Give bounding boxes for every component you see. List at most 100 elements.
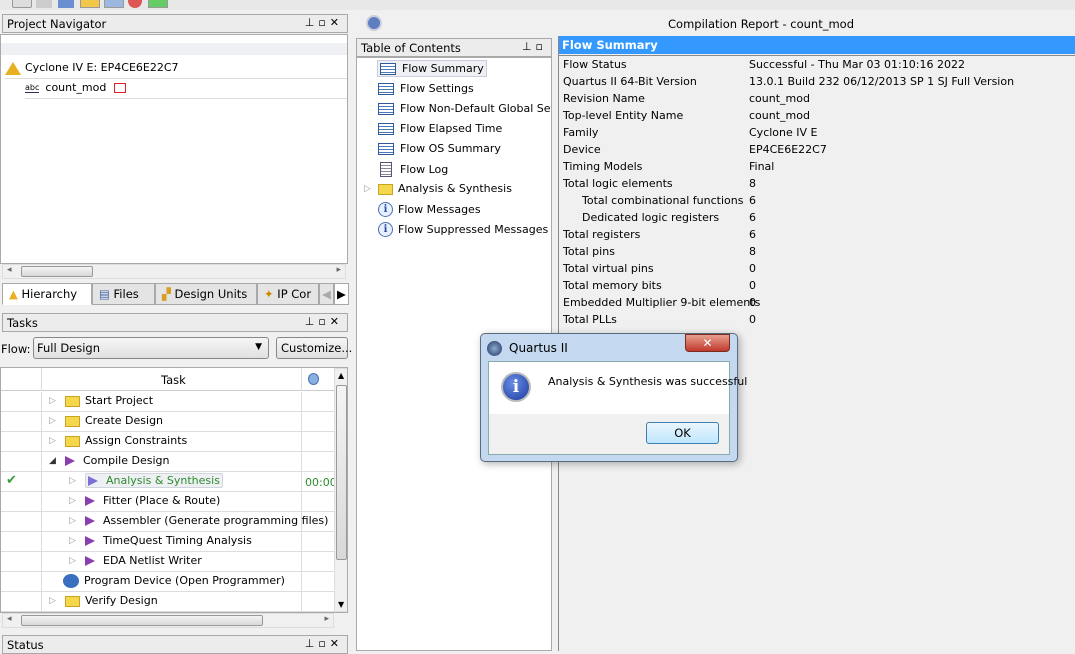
ok-button[interactable]: OK — [646, 422, 719, 444]
toc-item[interactable]: Flow Summary — [377, 60, 487, 77]
summary-value: 0 — [749, 262, 756, 275]
column-header-task[interactable]: Task — [161, 373, 186, 387]
quartus-logo-icon — [487, 341, 502, 356]
panel-controls[interactable]: ⊥▫✕ — [305, 637, 343, 650]
summary-value: Successful - Thu Mar 03 01:10:16 2022 — [749, 58, 965, 71]
toc-label: Flow OS Summary — [400, 142, 501, 155]
report-titlebar: Compilation Report - count_mod — [352, 12, 1075, 36]
task-label: Verify Design — [85, 594, 158, 607]
summary-value: 0 — [749, 279, 756, 292]
expand-arrow-icon[interactable]: ▷ — [49, 416, 56, 426]
toc-item[interactable]: Flow OS Summary — [378, 142, 501, 155]
expand-arrow-icon[interactable]: ▷ — [69, 516, 76, 526]
task-row[interactable]: ▷ Create Design — [1, 412, 335, 432]
panel-title: Tasks — [7, 316, 38, 330]
toolbar-button[interactable] — [58, 0, 74, 8]
summary-key: Revision Name — [563, 92, 645, 105]
summary-value: count_mod — [749, 92, 810, 105]
tree-item-entity[interactable]: abc count_mod — [25, 79, 347, 99]
table-icon — [378, 123, 394, 135]
tab-hierarchy[interactable]: ▲ Hierarchy — [2, 283, 92, 305]
summary-value: 8 — [749, 177, 756, 190]
summary-value: 0 — [749, 296, 756, 309]
expand-arrow-icon[interactable]: ▷ — [49, 596, 56, 606]
panel-controls[interactable]: ⊥▫ — [522, 40, 547, 53]
toolbar-button[interactable] — [148, 0, 168, 8]
task-label: Program Device (Open Programmer) — [84, 574, 285, 587]
summary-key: Dedicated logic registers — [582, 211, 720, 224]
play-icon — [85, 536, 95, 546]
summary-value: 6 — [749, 228, 756, 241]
tree-item-device[interactable]: Cyclone IV E: EP4CE6E22C7 — [5, 59, 347, 79]
collapse-arrow-icon[interactable]: ◢ — [49, 456, 56, 466]
project-navigator-header: Project Navigator ⊥▫✕ — [2, 14, 348, 33]
task-label: Create Design — [85, 414, 164, 427]
task-row[interactable]: ▷ Verify Design — [1, 592, 335, 612]
tab-ip-components[interactable]: ✦ IP Cor — [257, 283, 319, 305]
panel-title: Table of Contents — [361, 41, 461, 55]
expand-arrow-icon[interactable]: ▷ — [69, 496, 76, 506]
summary-key: Total registers — [563, 228, 641, 241]
toc-label: Flow Elapsed Time — [400, 122, 503, 135]
toolbar-button[interactable] — [36, 0, 52, 8]
task-row[interactable]: ▷ EDA Netlist Writer — [1, 552, 335, 572]
toolbar-button[interactable] — [12, 0, 32, 8]
expand-arrow-icon[interactable]: ▷ — [49, 436, 56, 446]
toc-item[interactable]: Flow Elapsed Time — [378, 122, 502, 135]
status-header: Status ⊥▫✕ — [2, 635, 348, 654]
tree-header — [1, 43, 347, 55]
expand-arrow-icon[interactable]: ▷ — [69, 536, 76, 546]
play-icon — [88, 476, 98, 486]
tab-design-units[interactable]: ▞ Design Units — [155, 283, 257, 305]
task-time: 00:00 — [305, 476, 337, 489]
task-row[interactable]: Program Device (Open Programmer) — [1, 572, 335, 592]
toc-item[interactable]: i Flow Suppressed Messages — [378, 222, 548, 237]
toc-item[interactable]: i Flow Messages — [378, 202, 481, 217]
expand-arrow-icon[interactable]: ▷ — [69, 476, 76, 486]
summary-value: 8 — [749, 245, 756, 258]
expand-arrow-icon[interactable]: ▷ — [49, 396, 56, 406]
toolbar-button[interactable] — [128, 0, 142, 8]
toc-item[interactable]: Flow Settings — [378, 82, 474, 95]
tasks-header: Tasks ⊥▫✕ — [2, 313, 348, 332]
expand-arrow-icon[interactable]: ▷ — [69, 556, 76, 566]
toc-label: Flow Suppressed Messages — [398, 222, 549, 236]
expand-arrow-icon[interactable]: ▷ — [364, 184, 371, 194]
tab-scroll-right[interactable]: ▶ — [334, 283, 349, 305]
tab-files[interactable]: ▤ Files — [92, 283, 155, 305]
summary-key: Top-level Entity Name — [563, 109, 684, 122]
abc-entity-icon: abc — [25, 83, 40, 93]
toc-label: Flow Non-Default Global Settings — [400, 102, 551, 115]
task-row[interactable]: ▷ TimeQuest Timing Analysis — [1, 532, 335, 552]
panel-controls[interactable]: ⊥▫✕ — [305, 16, 343, 29]
toolbar-button[interactable] — [104, 0, 124, 8]
tasks-table: Task ▷ Start Project ▷ Create Design ▷ Assign… — [0, 367, 348, 613]
tasks-vscrollbar[interactable]: ▲ ▼ — [334, 368, 347, 612]
toc-label: Analysis & Synthesis — [398, 182, 512, 195]
tasks-hscrollbar[interactable]: ◂ ▸ — [2, 613, 334, 628]
task-row[interactable]: ▷ Analysis & Synthesis ✔ 00:00 — [1, 472, 337, 492]
toc-item[interactable]: ▷ Analysis & Synthesis — [364, 182, 512, 195]
hierarchy-icon — [113, 83, 126, 93]
task-label: Assembler (Generate programming files) — [103, 514, 329, 527]
flow-select[interactable]: Full Design ▼ — [33, 337, 269, 359]
task-row[interactable]: ◢ Compile Design — [1, 452, 335, 472]
info-icon: i — [378, 202, 393, 217]
nav-hscrollbar[interactable]: ◂ ▸ — [2, 264, 346, 279]
summary-value: 13.0.1 Build 232 06/12/2013 SP 1 SJ Full… — [749, 75, 1015, 88]
toc-item[interactable]: Flow Log — [378, 162, 448, 177]
play-icon — [65, 456, 75, 466]
task-row[interactable]: ▷ Fitter (Place & Route) — [1, 492, 335, 512]
flow-summary-title: Flow Summary — [559, 36, 1075, 54]
toc-item[interactable]: Flow Non-Default Global Settings — [378, 102, 551, 115]
toolbar-button[interactable] — [80, 0, 100, 8]
task-row[interactable]: ▷ Start Project — [1, 392, 335, 412]
task-row[interactable]: ▷ Assign Constraints — [1, 432, 335, 452]
flow-label: Flow: — [1, 342, 31, 356]
panel-controls[interactable]: ⊥▫✕ — [305, 315, 343, 328]
tab-scroll-left[interactable]: ◀ — [319, 283, 334, 305]
table-icon — [378, 103, 394, 115]
task-row[interactable]: ▷ Assembler (Generate programming files) — [1, 512, 335, 532]
dialog-close-button[interactable]: ✕ — [685, 334, 730, 352]
customize-button[interactable]: Customize... — [276, 337, 352, 359]
